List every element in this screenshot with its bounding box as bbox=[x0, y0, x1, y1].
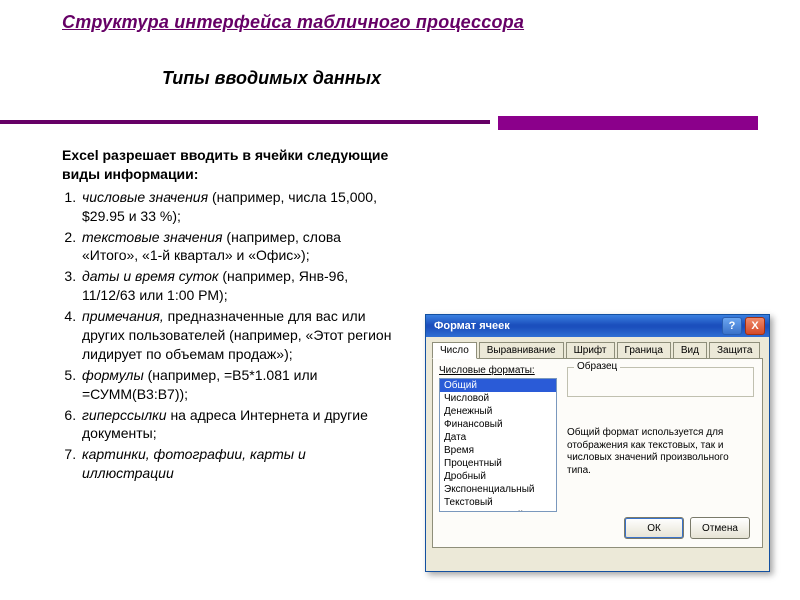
list-item-term: примечания, bbox=[82, 308, 164, 324]
format-option[interactable]: Числовой bbox=[440, 392, 556, 405]
page-title: Структура интерфейса табличного процессо… bbox=[62, 12, 524, 33]
slide: Структура интерфейса табличного процессо… bbox=[0, 0, 800, 600]
format-option[interactable]: Дробный bbox=[440, 470, 556, 483]
format-option[interactable]: Процентный bbox=[440, 457, 556, 470]
list-item: текстовые значения (например, слова «Ито… bbox=[80, 228, 400, 266]
sample-legend: Образец bbox=[574, 361, 620, 372]
content-block: Excel разрешает вводить в ячейки следующ… bbox=[62, 146, 400, 485]
intro-text: Excel разрешает вводить в ячейки следующ… bbox=[62, 146, 400, 184]
format-hint: Общий формат используется для отображени… bbox=[567, 427, 752, 477]
dialog-footer: ОК Отмена bbox=[624, 517, 750, 539]
tab-strip: Число Выравнивание Шрифт Граница Вид Защ… bbox=[426, 337, 769, 358]
tab-body: Числовые форматы: Общий Числовой Денежны… bbox=[432, 358, 763, 548]
list-item: гиперссылки на адреса Интернета и другие… bbox=[80, 406, 400, 444]
format-option[interactable]: Экспоненциальный bbox=[440, 483, 556, 496]
list-item: формулы (например, =В5*1.081 или =СУММ(В… bbox=[80, 366, 400, 404]
format-option[interactable]: Дата bbox=[440, 431, 556, 444]
close-button[interactable]: X bbox=[745, 317, 765, 335]
formats-list[interactable]: Общий Числовой Денежный Финансовый Дата … bbox=[439, 378, 557, 512]
list-item: картинки, фотографии, карты и иллюстраци… bbox=[80, 445, 400, 483]
format-option[interactable]: Денежный bbox=[440, 405, 556, 418]
format-option[interactable]: Время bbox=[440, 444, 556, 457]
tab-view[interactable]: Вид bbox=[673, 342, 707, 359]
format-option[interactable]: Текстовый bbox=[440, 496, 556, 509]
list-item: примечания, предназначенные для вас или … bbox=[80, 307, 400, 364]
list-item-term: даты и время суток bbox=[82, 268, 219, 284]
help-button[interactable]: ? bbox=[722, 317, 742, 335]
list-item: числовые значения (например, числа 15,00… bbox=[80, 188, 400, 226]
title-buttons: ? X bbox=[722, 317, 765, 335]
divider-line bbox=[0, 120, 490, 124]
format-option[interactable]: Финансовый bbox=[440, 418, 556, 431]
list-item-term: текстовые значения bbox=[82, 229, 223, 245]
list-item-term: формулы bbox=[82, 367, 144, 383]
tab-font[interactable]: Шрифт bbox=[566, 342, 615, 359]
dialog-titlebar[interactable]: Формат ячеек ? X bbox=[426, 315, 769, 337]
format-option[interactable]: Дополнительный bbox=[440, 509, 556, 512]
format-option[interactable]: Общий bbox=[440, 379, 556, 392]
tab-protection[interactable]: Защита bbox=[709, 342, 760, 359]
sample-box: Образец bbox=[567, 367, 754, 397]
tab-border[interactable]: Граница bbox=[617, 342, 671, 359]
page-subtitle: Типы вводимых данных bbox=[162, 68, 381, 89]
list-item-term: гиперссылки bbox=[82, 407, 167, 423]
sample-area: Образец bbox=[567, 365, 754, 397]
ok-button[interactable]: ОК bbox=[624, 517, 684, 539]
list-item-term: числовые значения bbox=[82, 189, 208, 205]
format-cells-dialog: Формат ячеек ? X Число Выравнивание Шриф… bbox=[425, 314, 770, 572]
cancel-button[interactable]: Отмена bbox=[690, 517, 750, 539]
list-item-term: картинки, фотографии, карты и иллюстраци… bbox=[82, 446, 306, 481]
dialog-title: Формат ячеек bbox=[434, 320, 510, 332]
data-types-list: числовые значения (например, числа 15,00… bbox=[62, 188, 400, 483]
divider-block bbox=[498, 116, 758, 130]
tab-alignment[interactable]: Выравнивание bbox=[479, 342, 564, 359]
tab-number[interactable]: Число bbox=[432, 342, 477, 359]
list-item: даты и время суток (например, Янв-96, 11… bbox=[80, 267, 400, 305]
